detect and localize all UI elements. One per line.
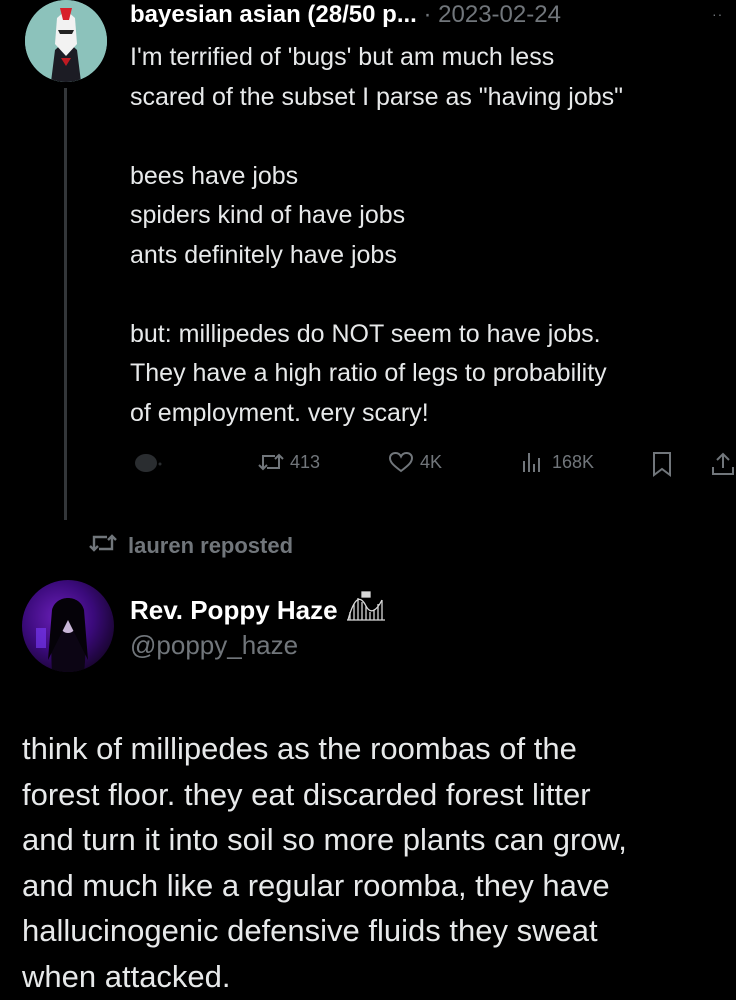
- avatar[interactable]: [25, 0, 107, 82]
- avatar[interactable]: [22, 580, 114, 672]
- reply-button[interactable]: [132, 451, 162, 475]
- bookmark-button[interactable]: [650, 451, 674, 477]
- bookmark-icon: [650, 451, 674, 477]
- thread-connector-line: [64, 88, 67, 520]
- post-header: bayesian asian (28/50 p... · 2023-02-24: [130, 0, 561, 30]
- share-icon: [710, 451, 736, 477]
- display-name[interactable]: bayesian asian (28/50 p...: [130, 1, 417, 28]
- author-handle[interactable]: @poppy_haze: [130, 630, 298, 661]
- post-date[interactable]: 2023-02-24: [438, 1, 561, 28]
- repost-banner[interactable]: lauren reposted: [88, 532, 293, 560]
- post-action-bar: 413 4K 168K: [130, 445, 736, 485]
- repost-count: 413: [290, 451, 321, 472]
- rollercoaster-emoji-icon: [346, 590, 386, 631]
- post-text: I'm terrified of 'bugs' but am much less…: [130, 43, 624, 427]
- repost-button[interactable]: 413: [258, 451, 320, 473]
- heart-icon: [388, 451, 414, 473]
- views-icon: [520, 451, 546, 473]
- views-count: 168K: [552, 451, 595, 472]
- header-separator: ·: [416, 1, 439, 28]
- views-button[interactable]: 168K: [520, 451, 594, 473]
- author-name-row: Rev. Poppy Haze: [130, 590, 386, 631]
- repost-banner-text: lauren reposted: [128, 533, 294, 558]
- repost-icon: [88, 532, 118, 560]
- like-button[interactable]: 4K: [388, 451, 442, 473]
- repost-icon: [258, 451, 284, 473]
- post-text: think of millipedes as the roombas of th…: [22, 731, 627, 994]
- more-options-icon[interactable]: ··: [712, 6, 723, 22]
- share-button[interactable]: [710, 451, 736, 477]
- display-name[interactable]: Rev. Poppy Haze: [130, 595, 338, 626]
- like-count: 4K: [420, 451, 443, 472]
- reply-icon: [132, 451, 162, 475]
